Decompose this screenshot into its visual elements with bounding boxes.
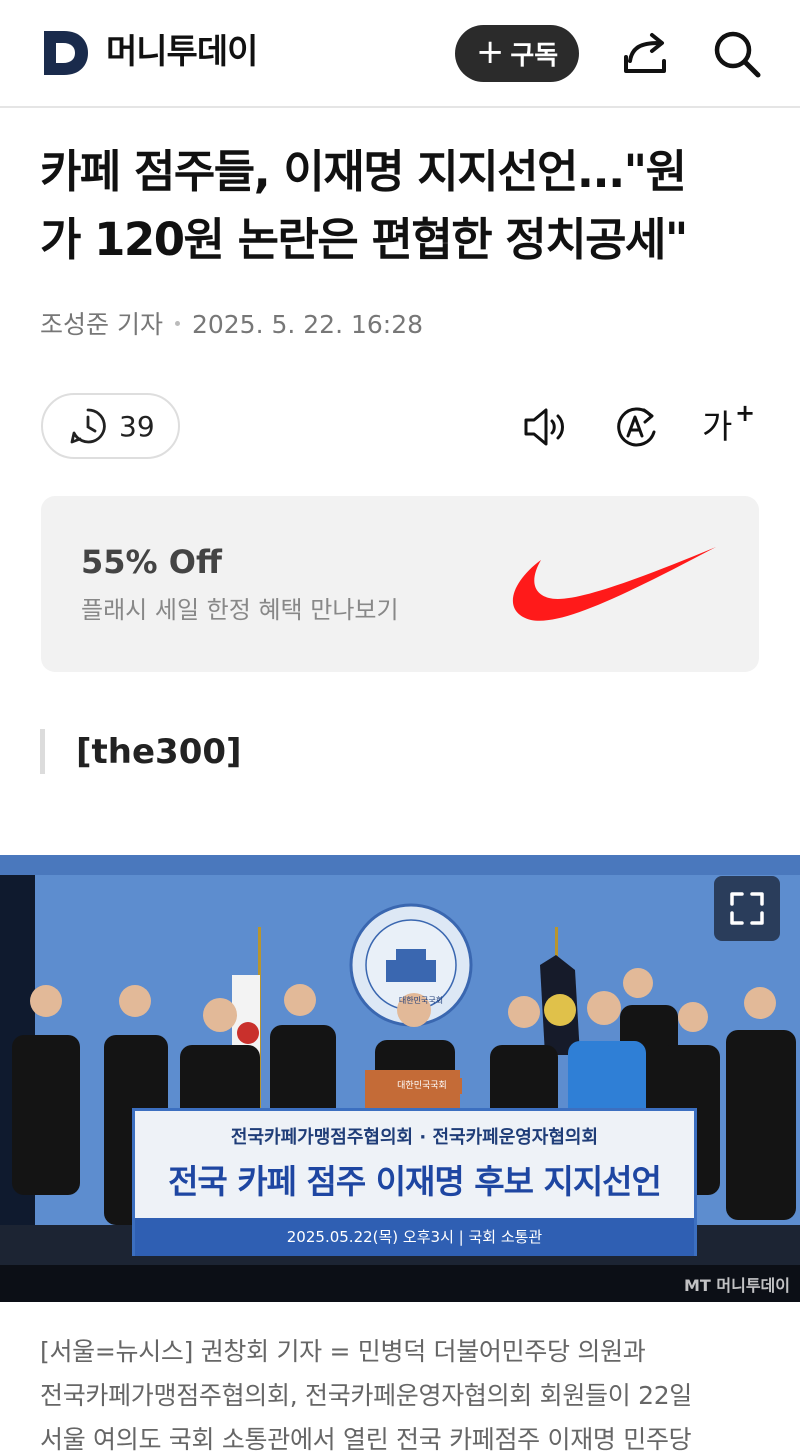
comment-count: 39 <box>119 409 155 443</box>
subscribe-label: 구독 <box>510 41 559 71</box>
article-title-line-1: 카페 점주들, 이재명 지지선언..."원 <box>40 145 687 198</box>
plus-icon: + <box>735 399 756 427</box>
article-title-line-2: 가 120원 논란은 편협한 정치공세" <box>40 213 688 266</box>
fullscreen-icon <box>730 892 764 925</box>
search-icon[interactable] <box>711 28 763 80</box>
font-size-button[interactable]: 가 + <box>702 399 758 452</box>
separator-dot <box>174 320 180 326</box>
plus-icon: + <box>475 32 505 72</box>
top-header: 머니투데이 + 구독 <box>0 0 800 108</box>
article-title: 카페 점주들, 이재명 지지선언..."원 가 120원 논란은 편협한 정치공… <box>40 138 760 274</box>
photo-credit: MT 머니투데이 <box>683 1276 790 1295</box>
speaker-icon[interactable] <box>521 402 571 452</box>
comment-clock-icon <box>70 408 106 444</box>
caption-line-3: 서울 여의도 국회 소통관에서 열린 전국 카페점주 이재명 민주당 <box>40 1425 692 1451</box>
podium-sign: 대한민국국회 <box>382 1078 462 1094</box>
logo-text[interactable]: 머니투데이 <box>106 30 258 74</box>
swoosh-logo-icon <box>512 547 716 621</box>
photo-caption: [서울=뉴시스] 권창회 기자 = 민병덕 더불어민주당 의원과 전국카페가맹점… <box>40 1330 765 1451</box>
translate-icon[interactable] <box>611 402 661 452</box>
publish-datetime: 2025. 5. 22. 16:28 <box>191 310 424 339</box>
banner-date: 2025.05.22(목) 오후3시 | 국회 소통관 <box>135 1218 694 1256</box>
protest-banner: 전국카페가맹점주협의회 · 전국카페운영자협의회 전국 카페 점주 이재명 후보… <box>132 1108 697 1256</box>
banner-headline: 전국 카페 점주 이재명 후보 지지선언 <box>168 1162 662 1201</box>
caption-line-1: [서울=뉴시스] 권창회 기자 = 민병덕 더불어민주당 의원과 <box>40 1337 646 1366</box>
subscribe-button[interactable]: + 구독 <box>455 25 579 82</box>
comment-button[interactable]: 39 <box>41 393 180 459</box>
caption-line-2: 전국카페가맹점주협의회, 전국카페운영자협의회 회원들이 22일 <box>40 1381 693 1410</box>
article-byline: 조성준 기자 2025. 5. 22. 16:28 <box>40 306 423 344</box>
logo-d-icon[interactable] <box>42 29 90 77</box>
seal-label: 대한민국국회 <box>398 996 444 1005</box>
section-tag-bar <box>40 729 45 774</box>
ad-subtitle: 플래시 세일 한정 혜택 만나보기 <box>81 596 399 624</box>
section-tag: [the300] <box>76 732 242 772</box>
author-name[interactable]: 조성준 기자 <box>40 310 163 339</box>
ad-banner[interactable]: 55% Off 플래시 세일 한정 혜택 만나보기 <box>41 496 759 672</box>
ad-title: 55% Off <box>81 543 222 581</box>
banner-organizers: 전국카페가맹점주협의회 · 전국카페운영자협의회 <box>230 1127 599 1148</box>
share-icon[interactable] <box>620 29 672 79</box>
font-size-label: 가 <box>702 407 733 446</box>
expand-photo-button[interactable] <box>714 876 780 941</box>
article-photo[interactable]: 대한민국국회 대한민국국회 전국카페가맹점주협의회 · 전국카페운영자협의회 전… <box>0 855 800 1302</box>
